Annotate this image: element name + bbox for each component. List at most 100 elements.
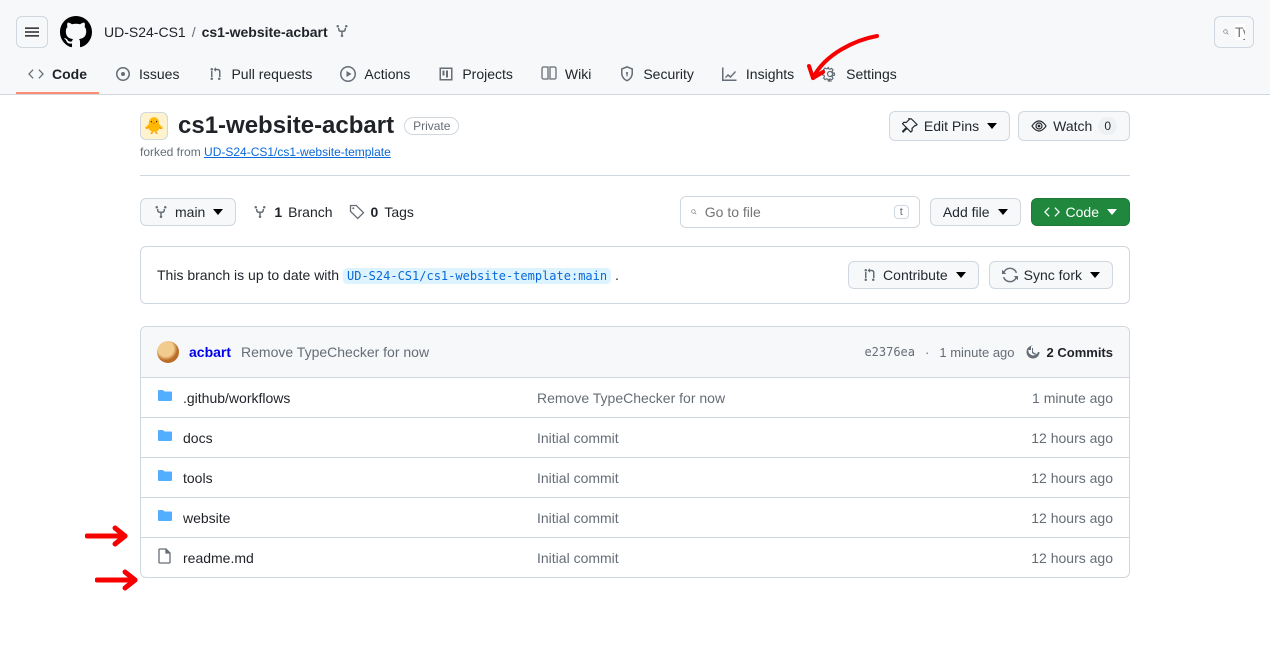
avatar[interactable] <box>157 341 179 363</box>
commit-time: 1 minute ago <box>939 345 1014 360</box>
tag-icon <box>349 204 365 220</box>
eye-icon <box>1031 118 1047 134</box>
status-prefix: This branch is up to date with <box>157 267 339 283</box>
latest-commit-message[interactable]: Remove TypeChecker for now <box>241 344 429 360</box>
branch-status-box: This branch is up to date with UD-S24-CS… <box>140 246 1130 304</box>
status-suffix: . <box>615 267 619 283</box>
caret-down-icon <box>213 204 223 220</box>
tab-insights[interactable]: Insights <box>710 56 806 94</box>
file-icon <box>157 548 173 567</box>
issue-icon <box>115 66 131 82</box>
code-icon <box>1044 204 1060 220</box>
github-mark-icon <box>60 16 92 48</box>
pull-request-icon <box>207 66 223 82</box>
repo-tab-nav: Code Issues Pull requests Actions Projec… <box>0 56 1270 95</box>
file-list-head: acbart Remove TypeChecker for now e2376e… <box>141 327 1129 378</box>
tab-settings[interactable]: Settings <box>810 56 909 94</box>
forked-from-text: forked from UD-S24-CS1/cs1-website-templ… <box>140 145 1130 159</box>
file-commit-message[interactable]: Initial commit <box>537 510 1031 526</box>
hamburger-menu[interactable] <box>16 16 48 48</box>
code-icon <box>28 66 44 82</box>
caret-down-icon <box>1107 204 1117 220</box>
graph-icon <box>722 66 738 82</box>
shield-icon <box>619 66 635 82</box>
branches-link[interactable]: 1 Branch <box>252 204 332 220</box>
book-icon <box>541 66 557 82</box>
file-row: docs Initial commit12 hours ago <box>141 418 1129 458</box>
caret-down-icon <box>987 118 997 134</box>
tags-link[interactable]: 0 Tags <box>349 204 414 220</box>
tab-wiki[interactable]: Wiki <box>529 56 603 94</box>
breadcrumb-separator: / <box>192 24 196 40</box>
project-icon <box>438 66 454 82</box>
file-commit-time: 12 hours ago <box>1031 430 1113 446</box>
file-row: tools Initial commit12 hours ago <box>141 458 1129 498</box>
tab-security[interactable]: Security <box>607 56 706 94</box>
gear-icon <box>822 66 838 82</box>
file-commit-message[interactable]: Initial commit <box>537 470 1031 486</box>
search-icon <box>691 204 697 220</box>
tab-issues[interactable]: Issues <box>103 56 191 94</box>
github-logo[interactable] <box>60 16 92 48</box>
status-compare-ref[interactable]: UD-S24-CS1/cs1-website-template:main <box>343 268 611 284</box>
folder-icon <box>157 468 173 487</box>
file-commit-message[interactable]: Initial commit <box>537 550 1031 566</box>
contribute-button[interactable]: Contribute <box>848 261 979 289</box>
file-commit-message[interactable]: Initial commit <box>537 430 1031 446</box>
history-icon <box>1025 344 1041 360</box>
visibility-badge: Private <box>404 117 459 135</box>
latest-commit-author[interactable]: acbart <box>189 344 231 360</box>
file-commit-time: 12 hours ago <box>1031 470 1113 486</box>
commits-link[interactable]: 2 Commits <box>1025 344 1113 360</box>
file-name-link[interactable]: docs <box>183 430 213 446</box>
three-bars-icon <box>24 24 40 40</box>
edit-pins-button[interactable]: Edit Pins <box>889 111 1010 141</box>
breadcrumb-repo[interactable]: cs1-website-acbart <box>202 24 328 40</box>
breadcrumb-org[interactable]: UD-S24-CS1 <box>104 24 186 40</box>
sync-fork-button[interactable]: Sync fork <box>989 261 1113 289</box>
header-search-input[interactable] <box>1235 24 1245 40</box>
file-row: readme.md Initial commit12 hours ago <box>141 538 1129 577</box>
play-icon <box>340 66 356 82</box>
forked-from-link[interactable]: UD-S24-CS1/cs1-website-template <box>204 145 391 159</box>
file-name-link[interactable]: website <box>183 510 230 526</box>
branch-select-button[interactable]: main <box>140 198 236 226</box>
caret-down-icon <box>956 267 966 283</box>
folder-icon <box>157 388 173 407</box>
file-list: acbart Remove TypeChecker for now e2376e… <box>140 326 1130 578</box>
repo-avatar: 🐥 <box>140 112 168 140</box>
code-button[interactable]: Code <box>1031 198 1130 226</box>
file-commit-time: 1 minute ago <box>1032 390 1113 406</box>
file-commit-time: 12 hours ago <box>1031 550 1113 566</box>
branch-icon <box>153 204 169 220</box>
pin-icon <box>902 118 918 134</box>
file-name-link[interactable]: tools <box>183 470 213 486</box>
watch-button[interactable]: Watch 0 <box>1018 111 1130 141</box>
sync-icon <box>1002 267 1018 283</box>
branch-icon <box>252 204 268 220</box>
tab-pull-requests[interactable]: Pull requests <box>195 56 324 94</box>
breadcrumb: UD-S24-CS1 / cs1-website-acbart <box>104 23 350 42</box>
commit-sha[interactable]: e2376ea <box>864 345 915 359</box>
dot-separator: · <box>925 345 929 360</box>
go-to-file-search[interactable]: t <box>680 196 920 228</box>
pull-request-icon <box>861 267 877 283</box>
go-to-file-input[interactable] <box>705 204 886 220</box>
tab-code[interactable]: Code <box>16 56 99 94</box>
file-name-link[interactable]: readme.md <box>183 550 254 566</box>
file-commit-time: 12 hours ago <box>1031 510 1113 526</box>
file-commit-message[interactable]: Remove TypeChecker for now <box>537 390 1032 406</box>
search-icon <box>1223 24 1229 40</box>
file-row: .github/workflows Remove TypeChecker for … <box>141 378 1129 418</box>
header-search[interactable] <box>1214 16 1254 48</box>
annotation-arrow-row-website <box>85 524 135 548</box>
folder-icon <box>157 508 173 527</box>
add-file-button[interactable]: Add file <box>930 198 1021 226</box>
file-row: website Initial commit12 hours ago <box>141 498 1129 538</box>
kbd-hint: t <box>894 205 909 219</box>
file-name-link[interactable]: .github/workflows <box>183 390 290 406</box>
annotation-arrow-row-readme <box>95 568 145 592</box>
tab-projects[interactable]: Projects <box>426 56 525 94</box>
fork-icon <box>334 23 350 42</box>
tab-actions[interactable]: Actions <box>328 56 422 94</box>
